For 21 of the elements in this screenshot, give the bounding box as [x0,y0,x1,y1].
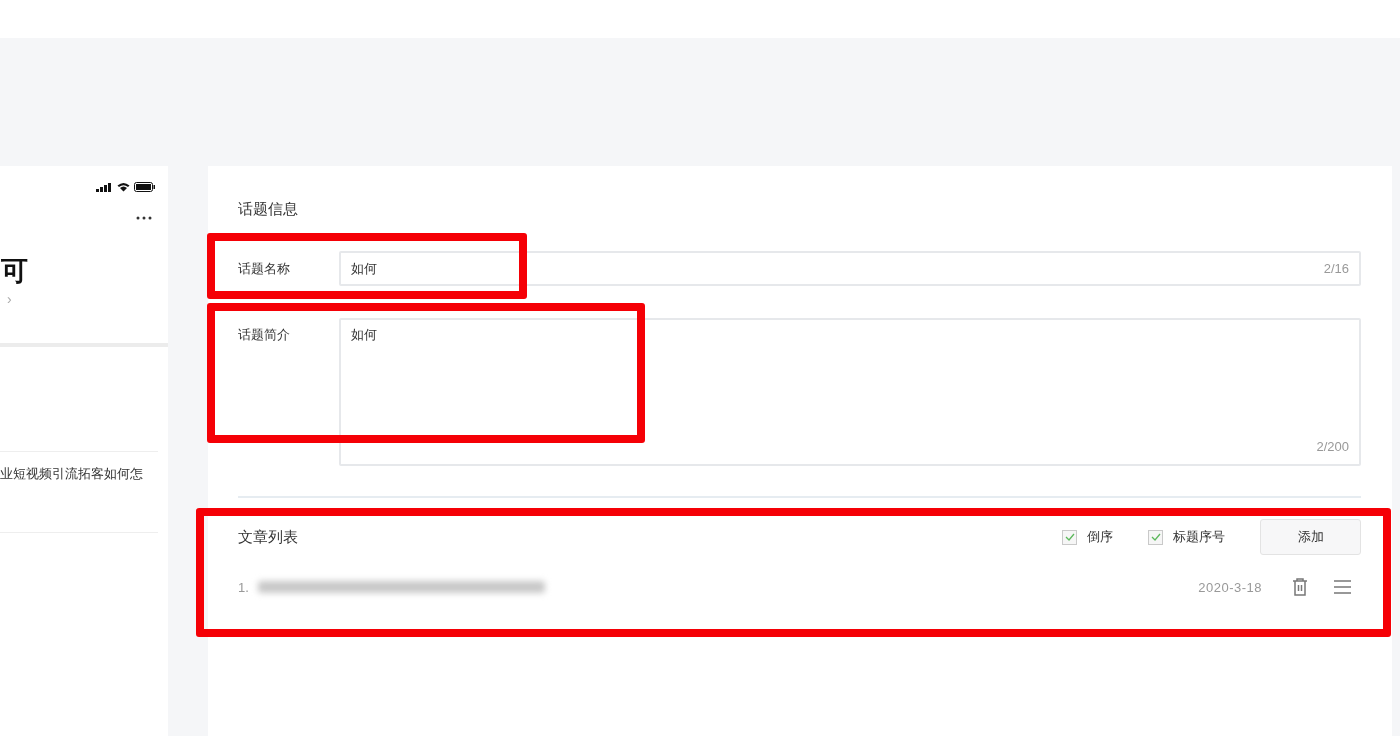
wifi-icon [117,182,130,192]
section-title: 文章列表 [238,527,298,547]
drag-handle-icon[interactable] [1334,580,1351,594]
checkbox-label[interactable]: 倒序 [1087,528,1113,546]
signal-icon [96,182,113,192]
field-label: 话题名称 [238,260,291,278]
checkbox[interactable] [1148,529,1163,545]
item-date: 2020-3-18 [1198,579,1262,595]
delete-icon[interactable] [1292,578,1308,596]
more-icon[interactable] [136,216,152,220]
checkbox[interactable] [1062,529,1077,545]
article-title[interactable]: 业短视频引流拓客如何怎 [0,465,168,483]
topic-title: 可 [1,256,29,286]
battery-icon [134,182,155,192]
section-title: 话题信息 [238,199,299,219]
add-button[interactable]: 添加 [1260,519,1361,555]
field-label: 话题简介 [238,326,291,344]
checkbox-label[interactable]: 标题序号 [1173,528,1225,546]
name-field[interactable]: 如何 2/16 [339,251,1361,286]
intro-field[interactable]: 如何 2/200 [339,318,1361,466]
item-number: 1. [238,579,250,595]
